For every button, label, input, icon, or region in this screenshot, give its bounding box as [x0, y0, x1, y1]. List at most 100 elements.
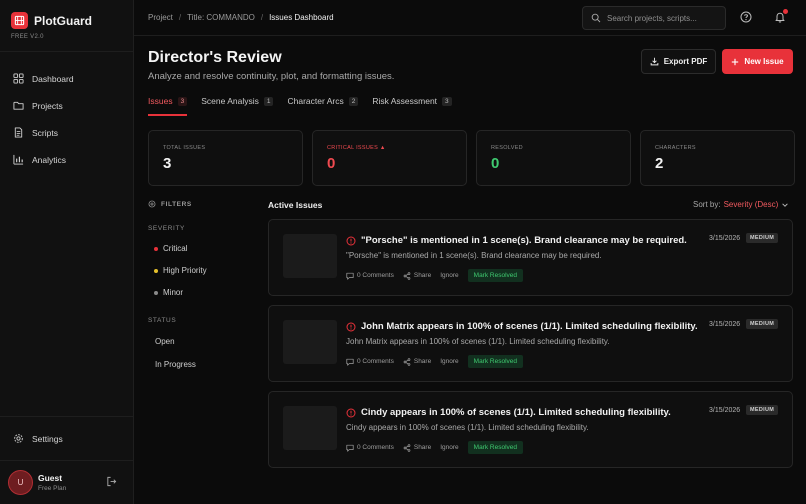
main-content: Director's Review Analyze and resolve co…: [134, 36, 806, 504]
issue-thumbnail: [283, 406, 337, 450]
chevron-down-icon: [782, 202, 789, 207]
tab-issues[interactable]: Issues 3: [148, 96, 188, 116]
issue-actions: 0 Comments Share Ignore Mark Resolved: [346, 355, 524, 368]
comment-icon: [346, 444, 354, 452]
share-icon: [403, 357, 411, 366]
filter-high-priority[interactable]: High Priority: [148, 266, 258, 275]
stat-value: 0: [491, 155, 500, 172]
breadcrumb-title[interactable]: Title: COMMANDO: [187, 13, 255, 22]
severity-badge: MEDIUM: [746, 405, 779, 415]
search-input[interactable]: [607, 13, 725, 23]
settings-label: Settings: [32, 433, 63, 444]
sidebar-item-label: Projects: [32, 100, 63, 111]
breadcrumb-project[interactable]: Project: [148, 13, 173, 22]
comments-button[interactable]: 0 Comments: [346, 272, 394, 280]
tab-risk-assessment[interactable]: Risk Assessment 3: [372, 96, 452, 116]
issue-description: Cindy appears in 100% of scenes (1/1). L…: [346, 423, 589, 432]
folder-icon: [13, 101, 24, 110]
new-issue-button[interactable]: New Issue: [722, 49, 793, 74]
filter-open[interactable]: Open: [148, 337, 258, 346]
file-icon: [14, 127, 23, 138]
filter-minor[interactable]: Minor: [148, 288, 258, 297]
bar-chart-icon: [13, 154, 24, 165]
filter-label: Critical: [163, 244, 188, 253]
issue-date: 3/15/2026: [709, 321, 741, 328]
sort-dropdown[interactable]: Sort by: Severity (Desc): [693, 200, 789, 209]
filter-label: Open: [155, 337, 175, 346]
tab-scene-analysis[interactable]: Scene Analysis 1: [201, 96, 274, 116]
sort-label: Sort by:: [693, 200, 721, 209]
stat-value: 3: [163, 155, 172, 172]
issue-card[interactable]: Cindy appears in 100% of scenes (1/1). L…: [268, 391, 793, 468]
tab-label: Scene Analysis: [201, 96, 259, 106]
breadcrumb-current: Issues Dashboard: [269, 13, 334, 22]
mark-resolved-button[interactable]: Mark Resolved: [467, 441, 524, 454]
search-box[interactable]: [582, 6, 726, 30]
sidebar-item-settings[interactable]: Settings: [0, 416, 133, 460]
issue-card[interactable]: John Matrix appears in 100% of scenes (1…: [268, 305, 793, 382]
issue-card[interactable]: "Porsche" is mentioned in 1 scene(s). Br…: [268, 219, 793, 296]
tab-count: 2: [348, 97, 359, 106]
mark-resolved-button[interactable]: Mark Resolved: [467, 269, 524, 282]
user-plan: Free Plan: [38, 485, 67, 492]
page-title: Director's Review: [148, 49, 282, 66]
comments-button[interactable]: 0 Comments: [346, 444, 394, 452]
filter-label: High Priority: [163, 266, 207, 275]
sidebar-item-analytics[interactable]: Analytics: [0, 146, 133, 173]
issue-actions: 0 Comments Share Ignore Mark Resolved: [346, 441, 524, 454]
share-button[interactable]: Share: [403, 357, 431, 366]
avatar: U: [8, 470, 33, 495]
stat-card-total-issues: TOTAL ISSUES 3: [148, 130, 303, 186]
stat-label: TOTAL ISSUES: [163, 145, 206, 151]
issue-date: 3/15/2026: [709, 407, 741, 414]
share-icon: [403, 271, 411, 280]
share-icon: [403, 443, 411, 452]
sidebar-item-projects[interactable]: Projects: [0, 92, 133, 119]
ignore-button[interactable]: Ignore: [440, 272, 458, 279]
ignore-button[interactable]: Ignore: [440, 358, 458, 365]
issue-title-text: Cindy appears in 100% of scenes (1/1). L…: [361, 407, 671, 418]
sidebar-item-label: Scripts: [32, 127, 58, 138]
ignore-button[interactable]: Ignore: [440, 444, 458, 451]
issue-description: John Matrix appears in 100% of scenes (1…: [346, 337, 610, 346]
comments-label: 0 Comments: [357, 272, 394, 279]
issue-title-text: John Matrix appears in 100% of scenes (1…: [361, 321, 698, 332]
sidebar: PlotGuard FREE V2.0 Dashboard Projects S…: [0, 0, 134, 504]
comments-button[interactable]: 0 Comments: [346, 358, 394, 366]
active-issues-heading: Active Issues: [268, 200, 323, 210]
stat-label: CRITICAL ISSUES ▲: [327, 145, 386, 151]
page-subtitle: Analyze and resolve continuity, plot, an…: [148, 71, 395, 82]
breadcrumb-separator: /: [178, 13, 182, 22]
tab-count: 3: [177, 97, 188, 106]
user-profile[interactable]: U Guest Free Plan: [0, 460, 133, 504]
sidebar-item-scripts[interactable]: Scripts: [0, 119, 133, 146]
filter-in-progress[interactable]: In Progress: [148, 360, 258, 369]
tab-bar: Issues 3 Scene Analysis 1 Character Arcs…: [148, 96, 452, 116]
film-logo-icon: [11, 12, 28, 29]
stat-label: RESOLVED: [491, 145, 523, 151]
sidebar-item-dashboard[interactable]: Dashboard: [0, 65, 133, 92]
share-button[interactable]: Share: [403, 271, 431, 280]
sidebar-item-label: Dashboard: [32, 73, 74, 84]
logout-icon[interactable]: [106, 476, 117, 489]
share-button[interactable]: Share: [403, 443, 431, 452]
help-icon[interactable]: [740, 11, 752, 25]
export-pdf-button[interactable]: Export PDF: [641, 49, 716, 74]
filters-heading: FILTERS: [148, 200, 258, 208]
stat-value: 0: [327, 155, 336, 172]
filter-icon: [148, 200, 156, 208]
bell-icon[interactable]: [774, 9, 788, 25]
stat-card-critical-issues: CRITICAL ISSUES ▲ 0: [312, 130, 467, 186]
download-icon: [650, 57, 659, 66]
tab-character-arcs[interactable]: Character Arcs 2: [287, 96, 359, 116]
alert-circle-icon: [346, 321, 356, 332]
filter-critical[interactable]: Critical: [148, 244, 258, 253]
issue-title: Cindy appears in 100% of scenes (1/1). L…: [346, 407, 671, 418]
mark-resolved-button[interactable]: Mark Resolved: [467, 355, 524, 368]
alert-circle-icon: [346, 235, 356, 246]
top-bar: Project / Title: COMMANDO / Issues Dashb…: [134, 0, 806, 36]
brand: PlotGuard FREE V2.0: [0, 0, 133, 52]
tab-label: Risk Assessment: [372, 96, 438, 106]
severity-badge: MEDIUM: [746, 233, 779, 243]
comments-label: 0 Comments: [357, 444, 394, 451]
